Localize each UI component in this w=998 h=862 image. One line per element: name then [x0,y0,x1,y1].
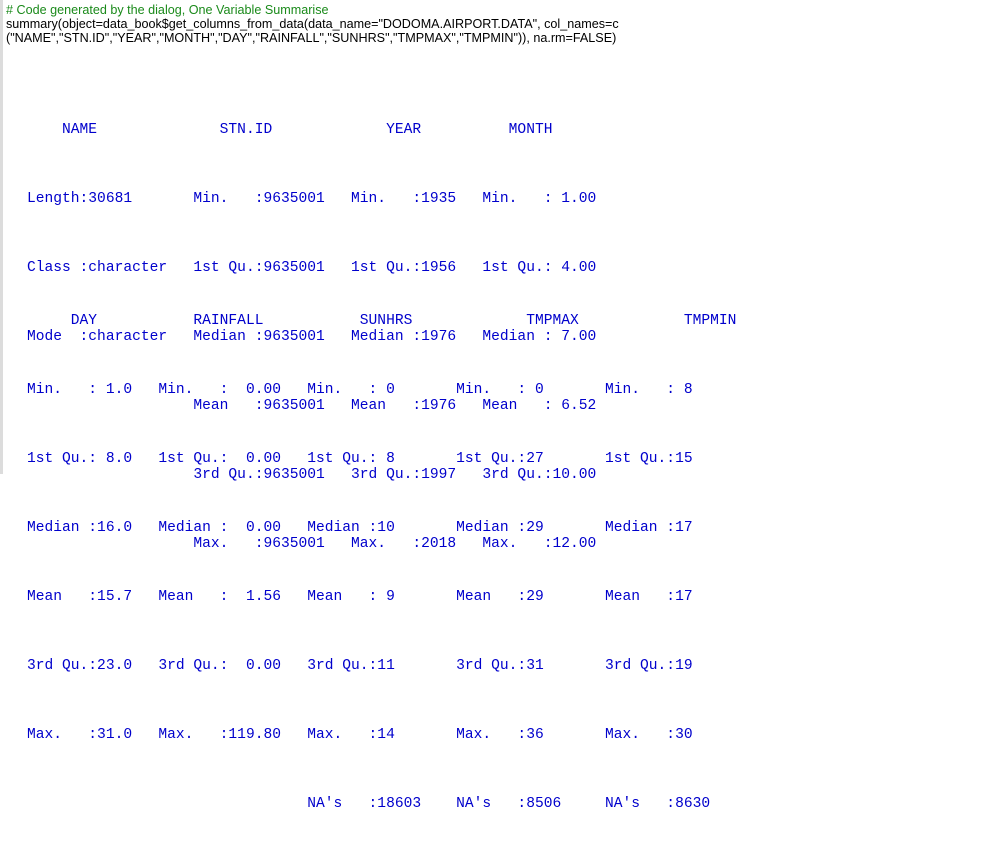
summary-row: NA's :18603 NA's :8506 NA's :8630 [27,796,737,812]
summary-row: Median :16.0 Median : 0.00 Median :10 Me… [27,520,737,536]
r-command-line-2: ("NAME","STN.ID","YEAR","MONTH","DAY","R… [6,31,617,45]
summary-row: 1st Qu.: 8.0 1st Qu.: 0.00 1st Qu.: 8 1s… [27,451,737,467]
output-viewer: # Code generated by the dialog, One Vari… [0,0,998,812]
summary-row: Mean :15.7 Mean : 1.56 Mean : 9 Mean :29… [27,589,737,605]
summary-row: Min. : 1.0 Min. : 0.00 Min. : 0 Min. : 0… [27,382,737,398]
summary-header-row: DAY RAINFALL SUNHRS TMPMAX TMPMIN [27,313,781,329]
code-comment: # Code generated by the dialog, One Vari… [6,3,329,17]
summary-table-2: DAY RAINFALL SUNHRS TMPMAX TMPMIN Min. :… [27,264,780,862]
r-command: summary(object=data_book$get_columns_fro… [6,17,619,45]
viewer-left-border [0,0,3,474]
summary-row: 3rd Qu.:23.0 3rd Qu.: 0.00 3rd Qu.:11 3r… [27,658,737,674]
summary-row: Length:30681 Min. :9635001 Min. :1935 Mi… [27,191,614,207]
summary-row: Max. :31.0 Max. :119.80 Max. :14 Max. :3… [27,727,737,743]
summary-header-row: NAME STN.ID YEAR MONTH [27,122,606,138]
r-command-line-1: summary(object=data_book$get_columns_fro… [6,17,619,31]
